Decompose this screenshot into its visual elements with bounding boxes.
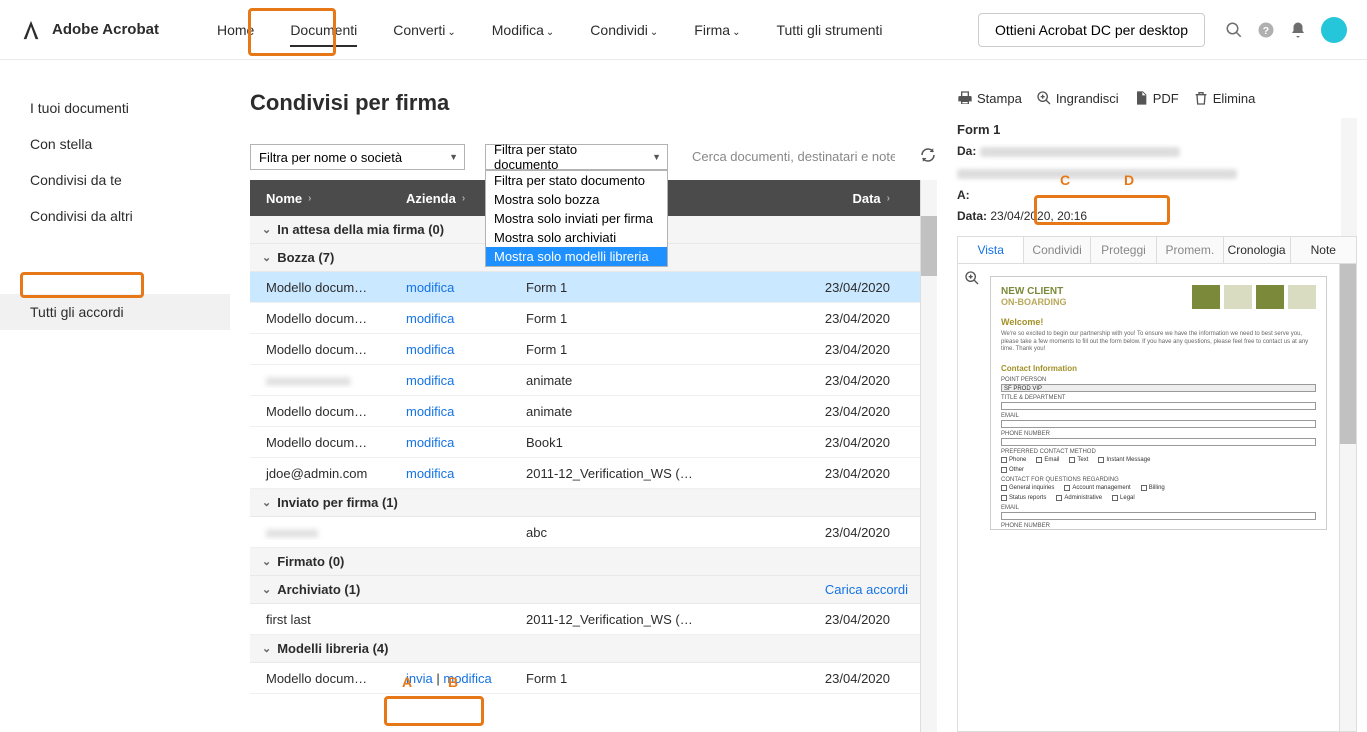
top-icons: ? xyxy=(1225,17,1347,43)
top-nav: Home Documenti Converti⌄ Modifica⌄ Condi… xyxy=(199,3,901,57)
preview-scrollbar[interactable] xyxy=(1339,264,1356,731)
annotation-b: B xyxy=(448,674,458,690)
bell-icon[interactable] xyxy=(1289,21,1307,39)
modifica-link[interactable]: modifica xyxy=(406,466,454,481)
col-nome[interactable]: Nome› xyxy=(250,191,390,206)
sidebar-item-condivisi-da-altri[interactable]: Condivisi da altri xyxy=(0,198,230,234)
elimina-button[interactable]: Elimina xyxy=(1193,90,1256,106)
tab-condividi[interactable]: Condividi xyxy=(1024,237,1090,263)
redacted xyxy=(957,169,1237,179)
detail-tabs: Vista Condividi Proteggi Promem. Cronolo… xyxy=(957,236,1357,263)
page-title: Condivisi per firma xyxy=(250,90,937,116)
section-libreria[interactable]: ⌄Modelli libreria (4) xyxy=(250,635,920,663)
table-scrollbar[interactable] xyxy=(920,180,937,732)
dropdown-option[interactable]: Mostra solo archiviati xyxy=(486,228,667,247)
app-name: Adobe Acrobat xyxy=(52,21,159,38)
modifica-link[interactable]: modifica xyxy=(406,435,454,450)
table-row[interactable]: Modello documentomodificaanimate23/04/20… xyxy=(250,396,920,427)
nav-home[interactable]: Home xyxy=(199,3,272,57)
modifica-link[interactable]: modifica xyxy=(406,404,454,419)
col-data[interactable]: Data› xyxy=(710,191,920,206)
modifica-link[interactable]: modifica xyxy=(406,342,454,357)
sidebar: I tuoi documenti Con stella Condivisi da… xyxy=(0,60,230,732)
annotation-a: A xyxy=(402,674,412,690)
filter-state-select[interactable]: Filtra per stato documento xyxy=(485,144,668,170)
filter-state-dropdown: Filtra per stato documento Mostra solo b… xyxy=(485,170,668,267)
redacted xyxy=(980,147,1180,157)
search-input[interactable] xyxy=(688,144,899,170)
sidebar-item-tuoi-documenti[interactable]: I tuoi documenti xyxy=(0,90,230,126)
carica-accordi-link[interactable]: Carica accordi xyxy=(825,582,908,597)
sidebar-item-tutti-accordi[interactable]: Tutti gli accordi xyxy=(0,294,230,330)
doc-toolbar: Stampa Ingrandisci PDF Elimina xyxy=(957,90,1357,118)
dropdown-option[interactable]: Mostra solo bozza xyxy=(486,190,667,209)
annotation-d: D xyxy=(1124,172,1134,188)
svg-text:?: ? xyxy=(1263,24,1269,36)
section-firmato[interactable]: ⌄Firmato (0) xyxy=(250,548,920,576)
tab-promem[interactable]: Promem. xyxy=(1157,237,1223,263)
nav-documenti[interactable]: Documenti xyxy=(272,3,375,57)
nav-condividi[interactable]: Condividi⌄ xyxy=(572,3,676,57)
annotation-c: C xyxy=(1060,172,1070,188)
chevron-down-icon: ⌄ xyxy=(732,27,740,38)
table-row[interactable]: jdoe@admin.commodifica2011-12_Verificati… xyxy=(250,458,920,489)
section-archiviato[interactable]: ⌄Archiviato (1)Carica accordi xyxy=(250,576,920,604)
chevron-down-icon: ⌄ xyxy=(447,27,455,38)
chevron-right-icon: › xyxy=(308,193,311,204)
table-row[interactable]: first last2011-12_Verification_WS (1) (1… xyxy=(250,604,920,635)
modifica-link[interactable]: modifica xyxy=(406,373,454,388)
nav-converti[interactable]: Converti⌄ xyxy=(375,3,474,57)
filter-name-select[interactable]: Filtra per nome o società xyxy=(250,144,465,170)
table-row[interactable]: Modello documentomodificaBook123/04/2020 xyxy=(250,427,920,458)
help-icon[interactable]: ? xyxy=(1257,21,1275,39)
chevron-right-icon: › xyxy=(462,193,465,204)
zoom-icon[interactable] xyxy=(964,270,980,291)
table-row[interactable]: Modello documentomodificaForm 123/04/202… xyxy=(250,334,920,365)
stampa-button[interactable]: Stampa xyxy=(957,90,1022,106)
table-row[interactable]: xxxxxxxxxxxxxmodificaanimate23/04/2020 xyxy=(250,365,920,396)
meta-scrollbar[interactable] xyxy=(1341,118,1357,236)
doc-title: Form 1 xyxy=(957,118,1357,141)
app-logo: Adobe Acrobat xyxy=(20,19,159,41)
chevron-right-icon: › xyxy=(887,193,890,204)
modifica-link[interactable]: modifica xyxy=(406,280,454,295)
dropdown-option[interactable]: Filtra per stato documento xyxy=(486,171,667,190)
dropdown-option[interactable]: Mostra solo inviati per firma xyxy=(486,209,667,228)
doc-meta: Form 1 Da: A: Data: 23/04/2020, 20:16 xyxy=(957,118,1357,236)
tab-vista[interactable]: Vista xyxy=(958,237,1024,263)
sidebar-item-condivisi-da-te[interactable]: Condivisi da te xyxy=(0,162,230,198)
table-row[interactable]: Modello documento invia | modifica Form … xyxy=(250,663,920,694)
table-row[interactable]: Modello documentomodificaForm 123/04/202… xyxy=(250,272,920,303)
user-avatar[interactable] xyxy=(1321,17,1347,43)
modifica-link[interactable]: modifica xyxy=(406,311,454,326)
nav-firma[interactable]: Firma⌄ xyxy=(676,3,758,57)
sidebar-item-con-stella[interactable]: Con stella xyxy=(0,126,230,162)
section-inviato[interactable]: ⌄Inviato per firma (1) xyxy=(250,489,920,517)
tab-note[interactable]: Note xyxy=(1291,237,1356,263)
pdf-button[interactable]: PDF xyxy=(1133,90,1179,106)
chevron-down-icon: ⌄ xyxy=(650,27,658,38)
document-preview: NEW CLIENT ON-BOARDING Welcome! We're so… xyxy=(957,263,1357,732)
topbar: Adobe Acrobat Home Documenti Converti⌄ M… xyxy=(0,0,1367,60)
dropdown-option-selected[interactable]: Mostra solo modelli libreria xyxy=(486,247,667,266)
filter-bar: Filtra per nome o società Filtra per sta… xyxy=(250,144,937,170)
refresh-icon[interactable] xyxy=(919,146,937,169)
table-row[interactable]: xxxxxxxxabc23/04/2020 xyxy=(250,517,920,548)
tab-proteggi[interactable]: Proteggi xyxy=(1091,237,1157,263)
acrobat-icon xyxy=(20,19,42,41)
ingrandisci-button[interactable]: Ingrandisci xyxy=(1036,90,1119,106)
search-icon[interactable] xyxy=(1225,21,1243,39)
table-row[interactable]: Modello documentomodificaForm 123/04/202… xyxy=(250,303,920,334)
tab-cronologia[interactable]: Cronologia xyxy=(1224,237,1291,263)
nav-strumenti[interactable]: Tutti gli strumenti xyxy=(758,3,900,57)
details-panel: Stampa Ingrandisci PDF Elimina Form 1 Da… xyxy=(957,90,1357,732)
preview-document: NEW CLIENT ON-BOARDING Welcome! We're so… xyxy=(990,276,1327,530)
chevron-down-icon: ⌄ xyxy=(546,27,554,38)
get-desktop-button[interactable]: Ottieni Acrobat DC per desktop xyxy=(978,13,1205,47)
nav-modifica[interactable]: Modifica⌄ xyxy=(474,3,573,57)
